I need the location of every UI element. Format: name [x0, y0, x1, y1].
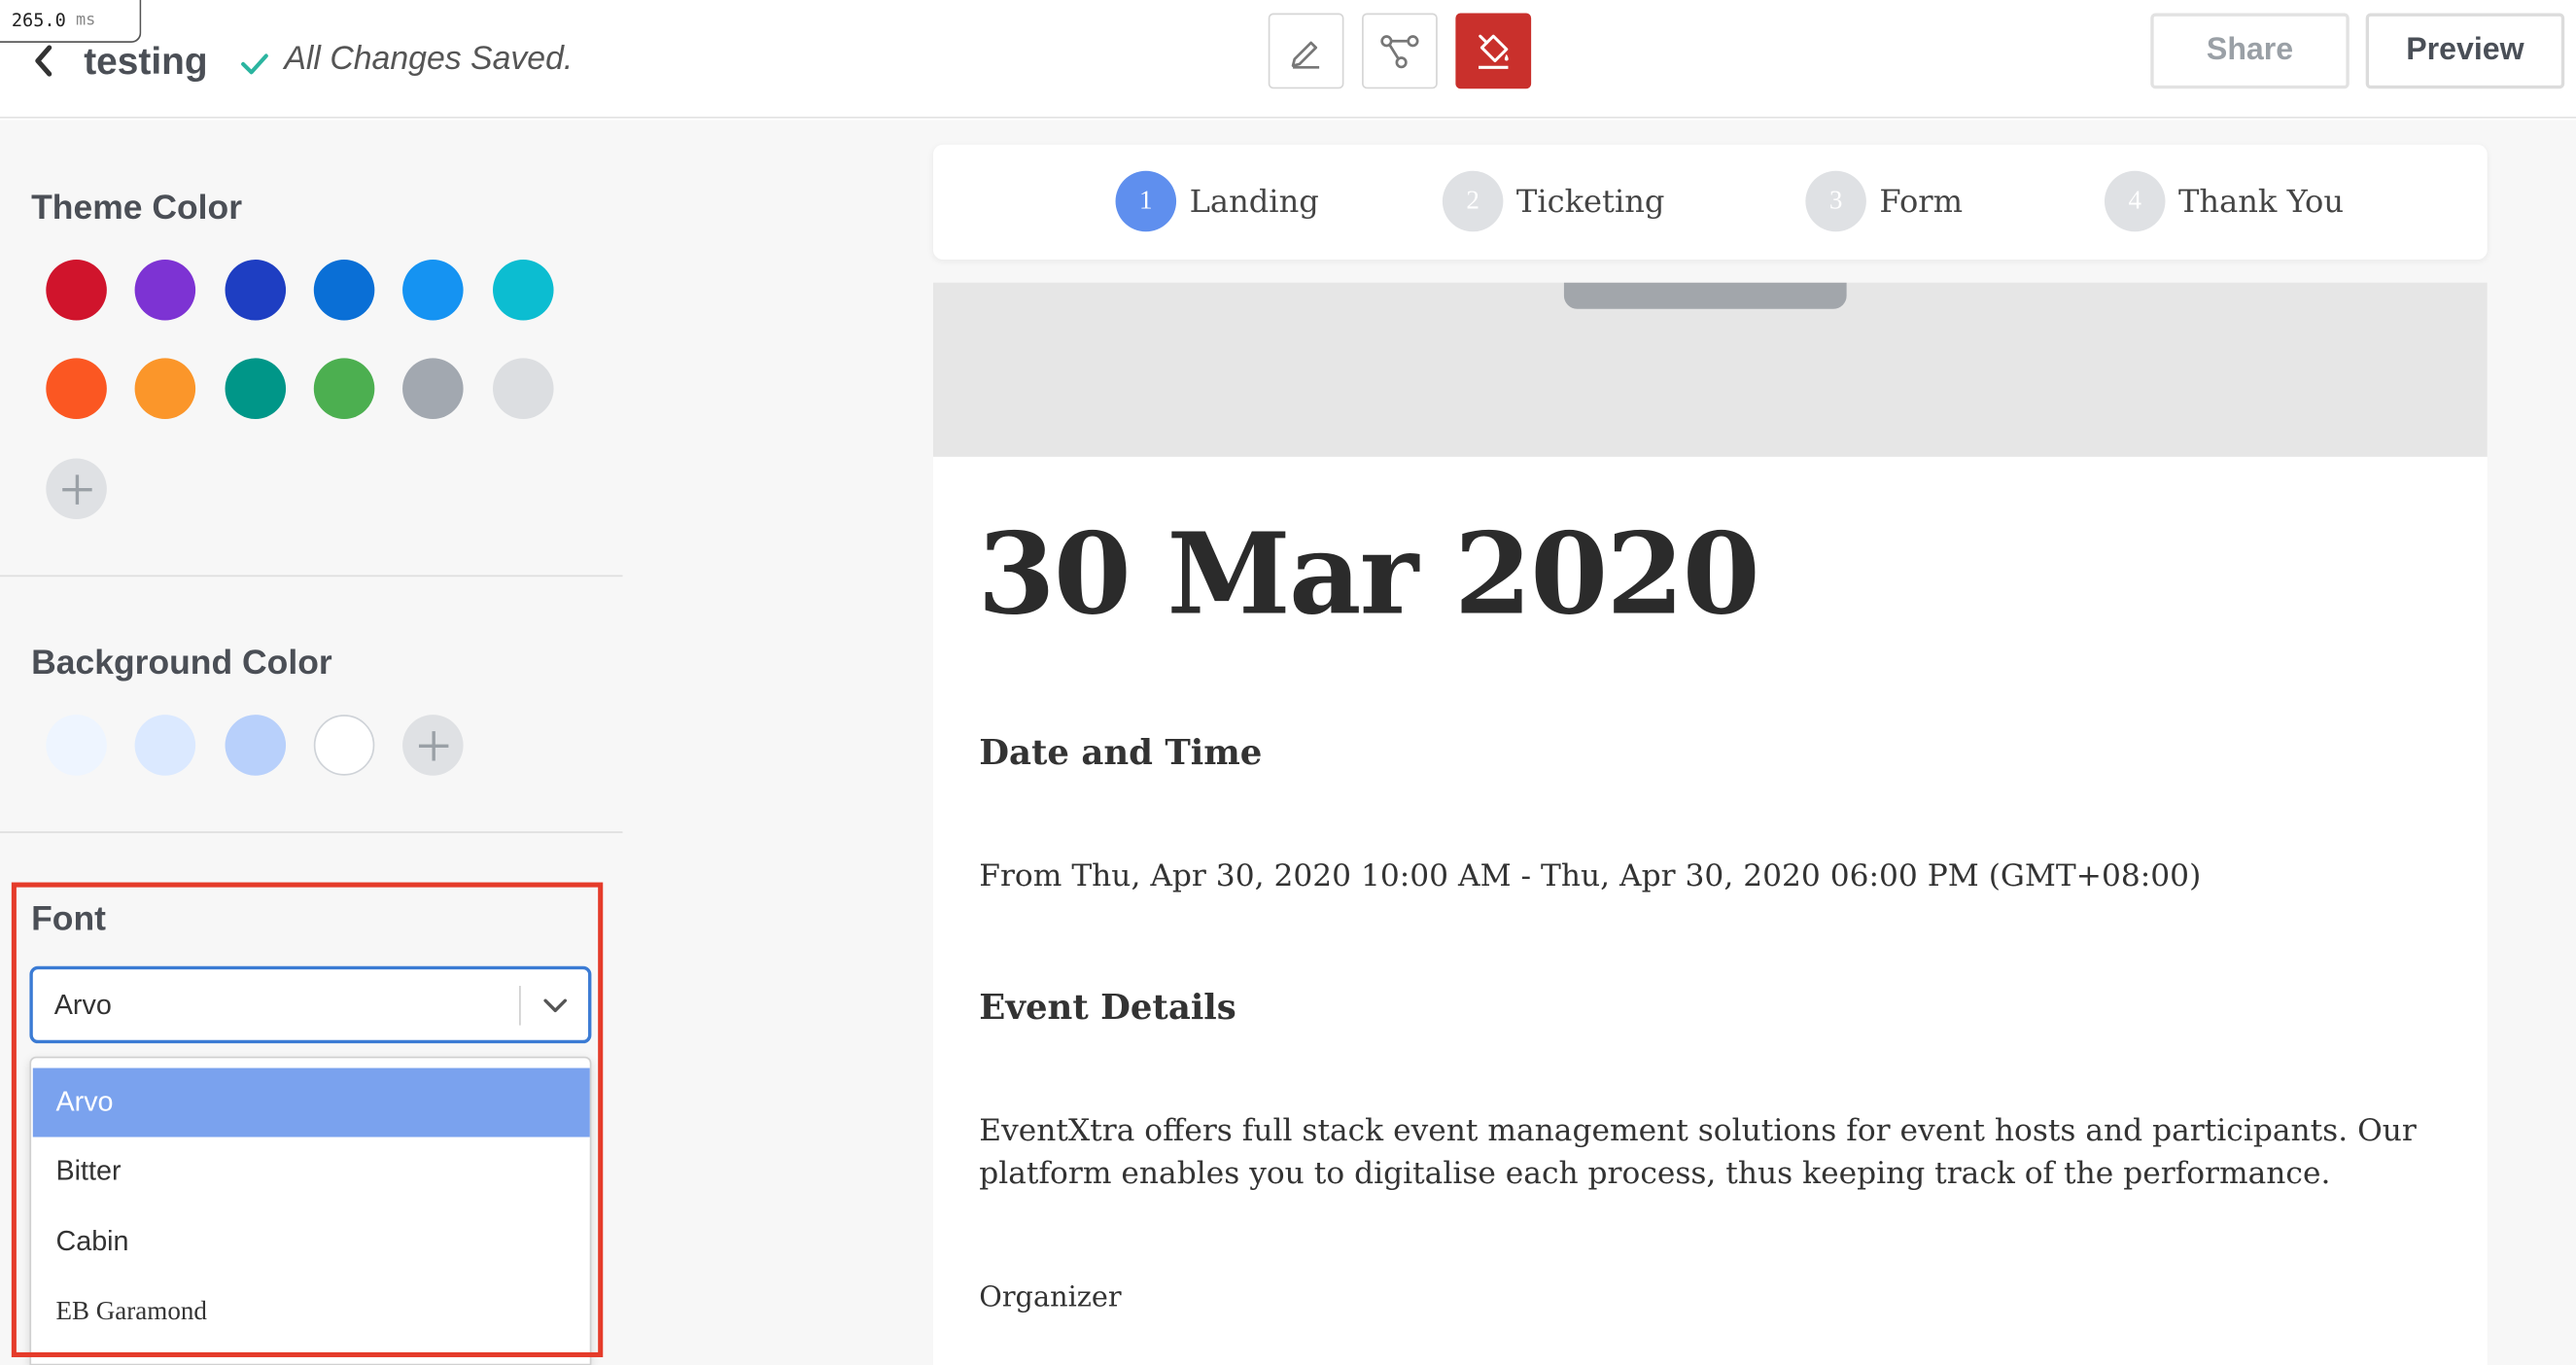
theme-color-swatch[interactable]	[313, 260, 375, 321]
font-option-arvo[interactable]: Arvo	[32, 1068, 590, 1138]
preview-button[interactable]: Preview	[2365, 13, 2565, 89]
step-navigation: 1 Landing 2 Ticketing 3 Form 4 Thank You	[932, 144, 2488, 261]
edit-content-button[interactable]	[1268, 13, 1344, 89]
perf-unit: ms	[75, 11, 96, 30]
save-status: All Changes Saved.	[284, 41, 574, 78]
theme-color-swatch[interactable]	[402, 358, 464, 419]
theme-color-swatch[interactable]	[225, 358, 287, 419]
step-number: 3	[1805, 170, 1866, 232]
share-button[interactable]: Share	[2150, 13, 2350, 89]
font-option-eb-garamond[interactable]: EB Garamond	[33, 1278, 590, 1348]
font-option-cabin[interactable]: Cabin	[33, 1208, 590, 1277]
back-arrow-icon[interactable]	[26, 43, 62, 79]
editor-window: testing All Changes Saved. Share Preview…	[0, 0, 2576, 1365]
theme-color-swatch[interactable]	[493, 260, 554, 321]
page-title: testing	[84, 39, 208, 83]
plus-icon	[61, 473, 91, 505]
theme-color-swatch[interactable]	[46, 260, 107, 321]
event-details-text: EventXtra offers full stack event manage…	[979, 1113, 2417, 1192]
event-details-heading: Event Details	[979, 986, 1236, 1028]
perf-badge: 265.0 ms	[0, 0, 142, 43]
step-label: Thank You	[2178, 183, 2345, 220]
add-background-color-button[interactable]	[402, 715, 464, 776]
background-color-swatch[interactable]	[134, 715, 196, 776]
edit-flow-button[interactable]	[1362, 13, 1438, 89]
theme-color-title: Theme Color	[31, 189, 243, 228]
step-number: 1	[1115, 170, 1177, 232]
font-select-value: Arvo	[53, 989, 112, 1021]
step-number: 4	[2104, 170, 2166, 232]
flow-icon	[1380, 35, 1419, 69]
section-divider	[0, 575, 623, 578]
check-icon	[241, 53, 268, 75]
select-separator	[519, 986, 521, 1026]
theme-color-swatch[interactable]	[402, 260, 464, 321]
pencil-icon	[1291, 41, 1320, 69]
background-color-swatch[interactable]	[225, 715, 287, 776]
font-option-bitter[interactable]: Bitter	[33, 1138, 590, 1207]
background-color-swatch[interactable]	[313, 715, 375, 776]
organizer-label: Organizer	[979, 1281, 1122, 1315]
chevron-down-icon[interactable]	[540, 991, 570, 1020]
step-label: Landing	[1189, 183, 1319, 220]
step-ticketing[interactable]: 2 Ticketing	[1442, 170, 1665, 232]
step-label: Ticketing	[1515, 183, 1665, 220]
theme-color-swatch[interactable]	[493, 358, 554, 419]
date-time-heading: Date and Time	[979, 731, 1263, 773]
font-dropdown-menu: Arvo Bitter Cabin EB Garamond	[29, 1056, 592, 1365]
step-label: Form	[1879, 183, 1964, 220]
perf-value: 265.0	[11, 10, 66, 32]
theme-color-swatch[interactable]	[46, 358, 107, 419]
section-divider	[0, 831, 623, 833]
theme-color-swatch[interactable]	[134, 260, 196, 321]
banner-image-area[interactable]	[932, 282, 2488, 457]
paint-bucket-icon	[1479, 34, 1509, 69]
background-color-title: Background Color	[31, 644, 332, 682]
step-thank-you[interactable]: 4 Thank You	[2104, 170, 2345, 232]
theme-color-swatch[interactable]	[134, 358, 196, 419]
font-select[interactable]: Arvo	[29, 965, 592, 1044]
theme-color-swatch[interactable]	[313, 358, 375, 419]
edit-style-button[interactable]	[1455, 13, 1532, 89]
event-date-title: 30 Mar 2020	[977, 508, 1760, 642]
theme-color-swatch[interactable]	[225, 260, 287, 321]
step-number: 2	[1442, 170, 1504, 232]
top-bar: testing All Changes Saved. Share Preview	[0, 0, 2576, 119]
landing-page-preview: 30 Mar 2020 Date and Time From Thu, Apr …	[932, 282, 2488, 1365]
step-landing[interactable]: 1 Landing	[1115, 170, 1319, 232]
background-color-swatch[interactable]	[46, 715, 107, 776]
add-theme-color-button[interactable]	[46, 458, 107, 520]
plus-icon	[418, 730, 448, 760]
date-time-value: From Thu, Apr 30, 2020 10:00 AM - Thu, A…	[979, 858, 2202, 894]
step-form[interactable]: 3 Form	[1805, 170, 1964, 232]
drag-handle[interactable]	[1563, 282, 1847, 309]
font-title: Font	[31, 900, 106, 939]
